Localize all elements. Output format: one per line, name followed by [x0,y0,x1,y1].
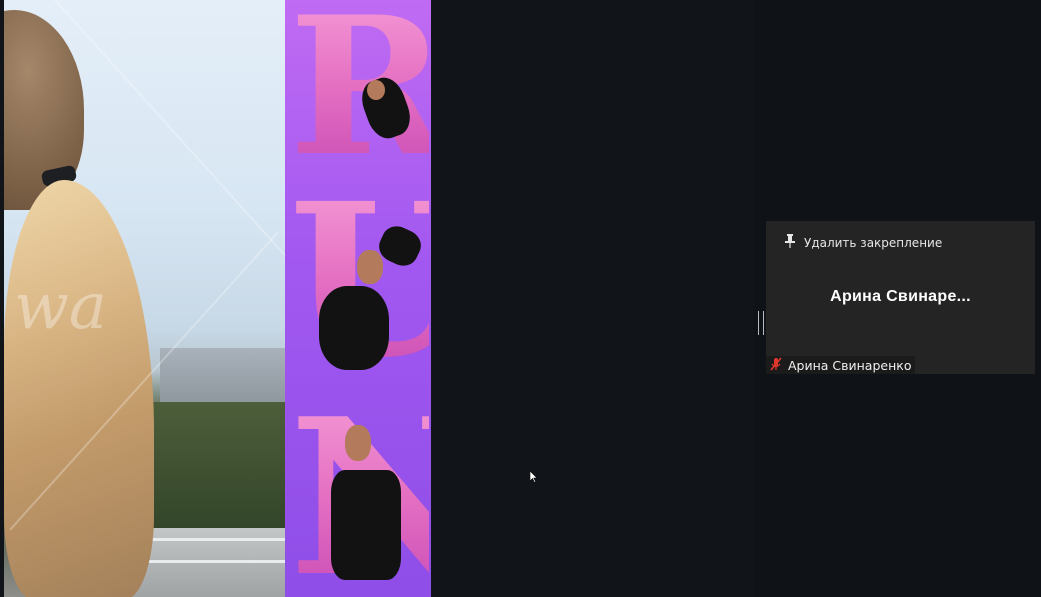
poster-figure-1-head [367,80,385,100]
photo-watermark: wa [14,270,107,344]
gallery-resize-handle[interactable] [758,311,764,335]
shared-screen: wa R U N [0,0,754,597]
photo-ponytail [4,180,154,597]
unpin-label: Удалить закрепление [804,235,943,250]
mic-muted-icon [769,356,783,374]
participant-display-name: Арина Свинаре... [830,288,971,305]
poster-figure-2 [319,286,389,370]
shared-photo-runner: wa [4,0,285,597]
participant-video-tile[interactable]: Удалить закрепление Арина Свинаре... Ари… [766,221,1035,374]
poster-figure-3 [331,470,401,580]
participant-name-text: Арина Свинаренко [788,357,912,373]
unpin-button[interactable]: Удалить закрепление [784,234,942,251]
participant-name-label: Арина Свинаренко [766,356,916,374]
poster-figure-3-head [345,425,371,461]
shared-run-poster: R U N [285,0,431,597]
photo-building [160,348,285,410]
poster-letter-r: R [289,0,431,182]
pin-icon [784,234,796,251]
mouse-cursor-icon [530,471,538,483]
poster-figure-2-head [357,250,383,284]
